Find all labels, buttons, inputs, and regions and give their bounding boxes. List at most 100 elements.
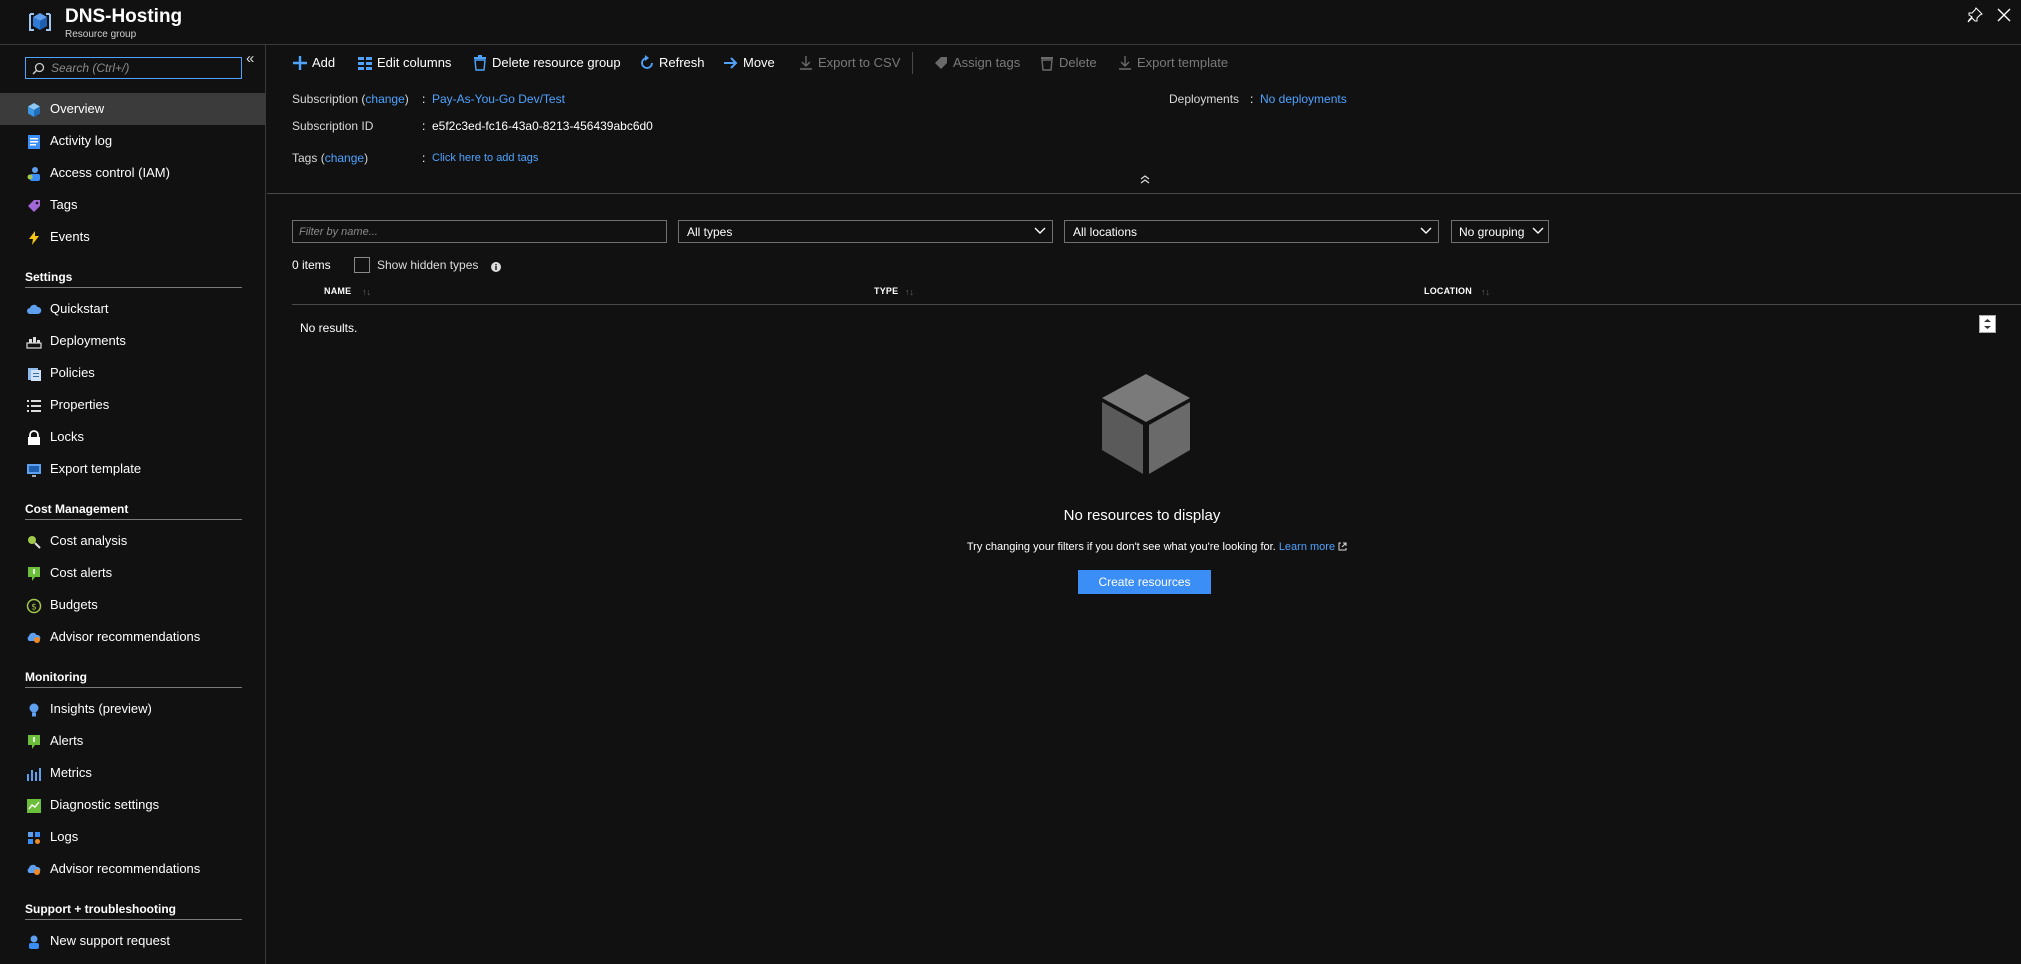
location-filter-dropdown[interactable]: All locations	[1064, 220, 1439, 243]
alerts-icon	[26, 734, 42, 750]
sort-icon[interactable]: ↑↓	[1481, 287, 1490, 297]
sidebar-item-label: New support request	[50, 933, 170, 948]
create-resources-button[interactable]: Create resources	[1078, 570, 1211, 594]
sidebar-item-cost-alerts[interactable]: Cost alerts	[0, 557, 265, 589]
sidebar-item-access-control[interactable]: Access control (IAM)	[0, 157, 265, 189]
colon: :	[422, 151, 426, 165]
sidebar-item-metrics[interactable]: Metrics	[0, 757, 265, 789]
no-results-text: No results.	[300, 321, 358, 335]
search-box[interactable]	[25, 57, 242, 79]
scrollbar-button[interactable]	[1979, 315, 1996, 333]
show-hidden-types-checkbox[interactable]	[354, 257, 370, 273]
sidebar-item-quickstart[interactable]: Quickstart	[0, 293, 265, 325]
columns-icon	[357, 55, 373, 71]
access-control-icon	[26, 166, 42, 182]
page-title: DNS-Hosting	[65, 6, 183, 27]
sidebar-item-activity-log[interactable]: Activity log	[0, 125, 265, 157]
sidebar-item-insights[interactable]: Insights (preview)	[0, 693, 265, 725]
sidebar-item-label: Alerts	[50, 733, 84, 748]
sidebar-item-events[interactable]: Events	[0, 221, 265, 253]
sidebar-item-properties[interactable]: Properties	[0, 389, 265, 421]
sidebar-item-label: Budgets	[50, 597, 98, 612]
add-tags-link[interactable]: Click here to add tags	[432, 152, 538, 164]
cost-alerts-icon	[26, 566, 42, 582]
section-header-settings: Settings	[25, 270, 242, 288]
subscription-link[interactable]: Pay-As-You-Go Dev/Test	[432, 92, 565, 106]
sort-icon[interactable]: ↑↓	[905, 287, 914, 297]
divider	[267, 193, 2021, 194]
type-filter-dropdown[interactable]: All types	[678, 220, 1053, 243]
diagnostic-icon	[26, 798, 42, 814]
insights-icon	[26, 702, 42, 718]
section-header-cost-management: Cost Management	[25, 502, 242, 520]
sidebar-item-label: Cost alerts	[50, 565, 113, 580]
sidebar-item-label: Diagnostic settings	[50, 797, 160, 812]
sidebar-item-label: Export template	[50, 461, 142, 476]
show-hidden-types-label: Show hidden types	[377, 258, 479, 272]
sidebar-item-label: Advisor recommendations	[50, 861, 201, 876]
cloud-icon	[26, 302, 42, 318]
sidebar-item-overview[interactable]: Overview	[0, 93, 265, 125]
sidebar-item-export-template[interactable]: Export template	[0, 453, 265, 485]
sidebar-item-label: Metrics	[50, 765, 92, 780]
subscription-id-label: Subscription ID	[292, 119, 374, 133]
grouping-dropdown[interactable]: No grouping	[1451, 220, 1549, 243]
logs-icon	[26, 830, 42, 846]
sidebar-item-label: Activity log	[50, 133, 113, 148]
pin-icon[interactable]	[1967, 7, 1985, 25]
chevron-up-icon[interactable]	[1140, 174, 1150, 184]
empty-state-description: Try changing your filters if you don't s…	[947, 541, 1367, 553]
column-header-name[interactable]: NAME	[324, 286, 351, 296]
items-count: 0 items	[292, 258, 331, 272]
advisor-icon	[26, 862, 42, 878]
collapse-sidebar-button[interactable]: «	[246, 50, 254, 67]
advisor-icon	[26, 630, 42, 646]
sidebar-item-alerts[interactable]: Alerts	[0, 725, 265, 757]
filter-name-input[interactable]	[299, 224, 659, 239]
search-input[interactable]	[51, 60, 237, 76]
subscription-change-link[interactable]: change	[365, 92, 404, 106]
section-header-monitoring: Monitoring	[25, 670, 242, 688]
sidebar-item-label: Tags	[50, 197, 78, 212]
resource-group-icon	[26, 8, 54, 36]
info-icon[interactable]	[491, 262, 501, 272]
cube-icon	[1098, 372, 1194, 476]
sidebar-item-locks[interactable]: Locks	[0, 421, 265, 453]
sidebar-item-budgets[interactable]: $ Budgets	[0, 589, 265, 621]
close-icon[interactable]	[1996, 7, 2014, 25]
sidebar-item-deployments[interactable]: Deployments	[0, 325, 265, 357]
policies-icon	[26, 366, 42, 382]
main-content: Add Edit columns Delete resource group R…	[267, 45, 2021, 964]
sidebar-item-advisor-recommendations-2[interactable]: Advisor recommendations	[0, 853, 265, 885]
sidebar-item-label: Policies	[50, 365, 95, 380]
tag-icon	[933, 55, 949, 71]
filter-box[interactable]	[292, 220, 667, 243]
learn-more-link[interactable]: Learn more	[1279, 541, 1335, 553]
sidebar-item-new-support-request[interactable]: New support request	[0, 925, 265, 957]
sidebar-item-label: Deployments	[50, 333, 126, 348]
sidebar-item-cost-analysis[interactable]: Cost analysis	[0, 525, 265, 557]
deployments-link[interactable]: No deployments	[1260, 92, 1347, 106]
tags-change-link[interactable]: change	[325, 151, 364, 165]
section-header-support: Support + troubleshooting	[25, 902, 242, 920]
sidebar-item-tags[interactable]: Tags	[0, 189, 265, 221]
sidebar-item-advisor-recommendations[interactable]: Advisor recommendations	[0, 621, 265, 653]
sort-icon[interactable]: ↑↓	[362, 287, 371, 297]
deployments-icon	[26, 334, 42, 350]
chevron-down-icon	[1034, 227, 1046, 235]
budgets-icon: $	[26, 598, 42, 614]
subscription-label: Subscription (change)	[292, 92, 409, 106]
colon: :	[1250, 92, 1254, 106]
external-link-icon	[1338, 542, 1347, 551]
column-header-type[interactable]: TYPE	[874, 286, 898, 296]
sidebar: « Overview Activity log Access control (…	[0, 45, 266, 964]
sidebar-item-label: Access control (IAM)	[50, 165, 170, 180]
sidebar-item-logs[interactable]: Logs	[0, 821, 265, 853]
plus-icon	[292, 55, 308, 71]
sidebar-item-policies[interactable]: Policies	[0, 357, 265, 389]
sidebar-item-diagnostic-settings[interactable]: Diagnostic settings	[0, 789, 265, 821]
column-header-location[interactable]: LOCATION	[1424, 286, 1472, 296]
colon: :	[422, 92, 426, 106]
lock-icon	[26, 430, 42, 446]
refresh-icon	[639, 55, 655, 71]
